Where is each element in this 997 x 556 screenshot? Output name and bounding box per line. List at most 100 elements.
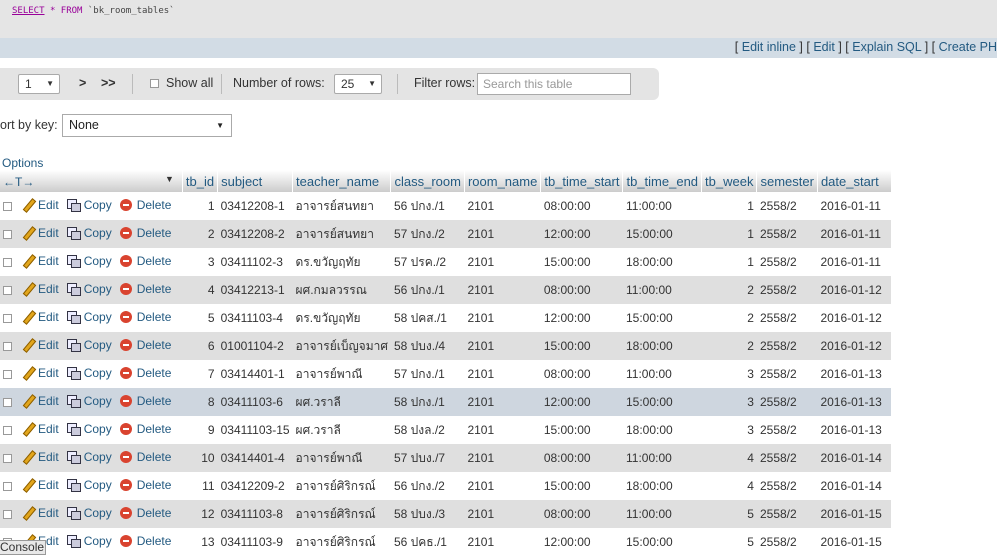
delete-button[interactable]: Delete — [119, 338, 171, 352]
table-cell[interactable]: 2016-01-15 — [817, 500, 892, 528]
table-cell[interactable]: ผศ.วราลี — [292, 416, 391, 444]
table-cell[interactable]: 18:00:00 — [622, 416, 702, 444]
options-link[interactable]: Options — [2, 156, 43, 170]
table-cell[interactable]: 1 — [182, 192, 218, 220]
row-checkbox[interactable] — [3, 258, 12, 267]
table-cell[interactable]: 2101 — [464, 416, 541, 444]
table-cell[interactable]: 18:00:00 — [622, 332, 702, 360]
table-cell[interactable]: 1 — [701, 192, 757, 220]
table-cell[interactable]: 03414401-1 — [217, 360, 293, 388]
table-cell[interactable]: 08:00:00 — [540, 276, 623, 304]
table-cell[interactable]: 2016-01-12 — [817, 332, 892, 360]
table-cell[interactable]: อาจารย์สนทยา — [292, 192, 391, 220]
table-cell[interactable]: 1 — [701, 220, 757, 248]
delete-button[interactable]: Delete — [119, 198, 171, 212]
table-cell[interactable]: 11:00:00 — [622, 276, 702, 304]
edit-button[interactable]: Edit — [22, 394, 59, 408]
table-cell[interactable]: 2 — [182, 220, 218, 248]
table-cell[interactable]: 5 — [182, 304, 218, 332]
table-row[interactable]: Edit Copy Delete 12 03411103-8 อาจารย์ศิริกรณ… — [0, 500, 892, 528]
copy-button[interactable]: Copy — [66, 310, 112, 324]
edit-button[interactable]: Edit — [22, 226, 59, 240]
table-cell[interactable]: 03412208-1 — [217, 192, 293, 220]
delete-button[interactable]: Delete — [119, 310, 171, 324]
table-cell[interactable]: 03414401-4 — [217, 444, 293, 472]
delete-button[interactable]: Delete — [119, 450, 171, 464]
copy-button[interactable]: Copy — [66, 394, 112, 408]
copy-button[interactable]: Copy — [66, 254, 112, 268]
table-cell[interactable]: 18:00:00 — [622, 248, 702, 276]
row-checkbox[interactable] — [3, 482, 12, 491]
row-checkbox[interactable] — [3, 398, 12, 407]
table-cell[interactable]: 2016-01-12 — [817, 304, 892, 332]
table-cell[interactable]: 56 ปคธ./1 — [390, 528, 465, 556]
page-select[interactable]: 1 ▼ — [18, 74, 60, 94]
table-row[interactable]: Edit Copy Delete 4 03412213-1 ผศ.กมลวรรณ 56 ปก… — [0, 276, 892, 304]
column-arrows-icon[interactable]: ←T→ — [3, 175, 34, 189]
table-cell[interactable]: อาจารย์สนทยา — [292, 220, 391, 248]
table-cell[interactable]: 15:00:00 — [540, 332, 623, 360]
table-cell[interactable]: 2558/2 — [756, 500, 818, 528]
table-cell[interactable]: 2016-01-13 — [817, 416, 892, 444]
sort-by-key-select[interactable]: None ▼ — [62, 114, 232, 137]
table-cell[interactable]: 2 — [701, 304, 757, 332]
table-cell[interactable]: 2101 — [464, 192, 541, 220]
table-cell[interactable]: 57 ปบง./7 — [390, 444, 465, 472]
row-checkbox[interactable] — [3, 426, 12, 435]
table-cell[interactable]: 2016-01-14 — [817, 444, 892, 472]
table-cell[interactable]: 2558/2 — [756, 192, 818, 220]
delete-button[interactable]: Delete — [119, 366, 171, 380]
table-cell[interactable]: 2101 — [464, 304, 541, 332]
table-cell[interactable]: 58 ปบง./3 — [390, 500, 465, 528]
table-cell[interactable]: 4 — [182, 276, 218, 304]
table-cell[interactable]: 03412209-2 — [217, 472, 293, 500]
table-cell[interactable]: 58 ปกง./1 — [390, 388, 465, 416]
table-cell[interactable]: 08:00:00 — [540, 360, 623, 388]
table-cell[interactable]: 3 — [701, 416, 757, 444]
table-cell[interactable]: 2101 — [464, 332, 541, 360]
table-cell[interactable]: 2558/2 — [756, 276, 818, 304]
copy-button[interactable]: Copy — [66, 198, 112, 212]
table-cell[interactable]: 3 — [182, 248, 218, 276]
create-php-link[interactable]: Create PH — [939, 40, 997, 54]
table-row[interactable]: Edit Copy Delete 3 03411102-3 ดร.ขวัญฤทัย 57 ป… — [0, 248, 892, 276]
table-cell[interactable]: 3 — [701, 360, 757, 388]
column-header[interactable]: tb_time_end — [622, 170, 703, 192]
table-cell[interactable]: 12:00:00 — [540, 388, 623, 416]
table-cell[interactable]: ผศ.วราลี — [292, 388, 391, 416]
table-cell[interactable]: 15:00:00 — [622, 528, 702, 556]
table-cell[interactable]: 8 — [182, 388, 218, 416]
table-cell[interactable]: 12 — [182, 500, 218, 528]
table-row[interactable]: Edit Copy Delete 2 03412208-2 อาจารย์สนทยา 57 … — [0, 220, 892, 248]
table-row[interactable]: Edit Copy Delete 8 03411103-6 ผศ.วราลี 58 ปกง.… — [0, 388, 892, 416]
table-cell[interactable]: 58 ปบง./4 — [390, 332, 465, 360]
table-cell[interactable]: 08:00:00 — [540, 444, 623, 472]
console-button[interactable]: Console — [0, 540, 46, 555]
table-cell[interactable]: 2558/2 — [756, 388, 818, 416]
table-cell[interactable]: 08:00:00 — [540, 192, 623, 220]
edit-button[interactable]: Edit — [22, 422, 59, 436]
table-cell[interactable]: 4 — [701, 444, 757, 472]
copy-button[interactable]: Copy — [66, 450, 112, 464]
table-cell[interactable]: 2558/2 — [756, 360, 818, 388]
column-header[interactable]: class_room — [390, 170, 465, 192]
table-row[interactable]: Edit Copy Delete 6 01001104-2 อาจารย์เบ็ญจมาศ… — [0, 332, 892, 360]
table-cell[interactable]: 2558/2 — [756, 472, 818, 500]
table-cell[interactable]: 2558/2 — [756, 248, 818, 276]
table-cell[interactable]: 2 — [701, 332, 757, 360]
table-cell[interactable]: 12:00:00 — [540, 304, 623, 332]
table-cell[interactable]: 11:00:00 — [622, 444, 702, 472]
delete-button[interactable]: Delete — [119, 478, 171, 492]
table-cell[interactable]: 11:00:00 — [622, 360, 702, 388]
last-page-button[interactable]: >> — [101, 76, 116, 90]
table-cell[interactable]: 03411103-8 — [217, 500, 293, 528]
row-checkbox[interactable] — [3, 202, 12, 211]
sort-triangle-icon[interactable]: ▼ — [165, 174, 174, 184]
table-cell[interactable]: 58 ปคส./1 — [390, 304, 465, 332]
table-cell[interactable]: 2101 — [464, 444, 541, 472]
table-cell[interactable]: 11:00:00 — [622, 192, 702, 220]
column-header[interactable]: room_name — [464, 170, 542, 192]
table-cell[interactable]: 56 ปกง./1 — [390, 276, 465, 304]
table-cell[interactable]: 15:00:00 — [622, 220, 702, 248]
table-cell[interactable]: 1 — [701, 248, 757, 276]
